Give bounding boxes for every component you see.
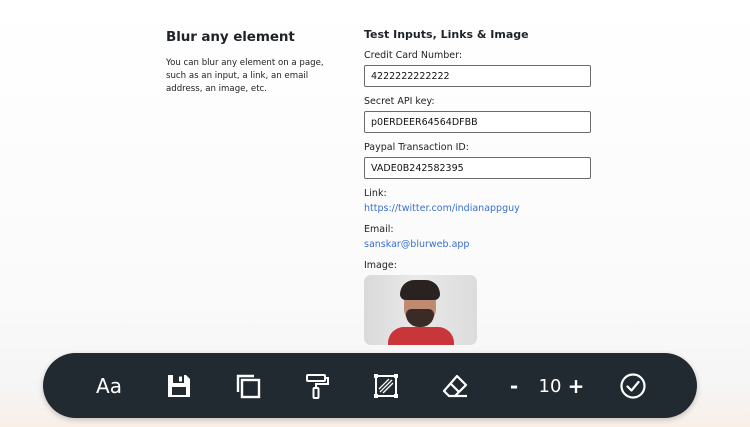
text-icon: Aa <box>96 374 122 398</box>
intro-title: Blur any element <box>166 29 295 45</box>
save-icon <box>168 375 190 397</box>
image-label: Image: <box>364 260 397 271</box>
link-label: Link: <box>364 188 387 199</box>
copy-button[interactable] <box>230 368 266 404</box>
select-area-button[interactable] <box>368 368 404 404</box>
check-circle-icon <box>620 373 646 399</box>
credit-card-field[interactable] <box>364 65 591 87</box>
photo-shirt <box>388 327 454 345</box>
api-key-field[interactable] <box>364 111 591 133</box>
paypal-id-label: Paypal Transaction ID: <box>364 142 469 153</box>
api-key-label: Secret API key: <box>364 96 435 107</box>
test-section-title: Test Inputs, Links & Image <box>364 28 529 41</box>
blur-value: 10 <box>538 375 562 397</box>
eraser-icon <box>442 374 468 398</box>
done-button[interactable] <box>615 368 651 404</box>
eraser-button[interactable] <box>437 368 473 404</box>
email-label: Email: <box>364 224 394 235</box>
select-area-icon <box>374 374 398 398</box>
paypal-id-field[interactable] <box>364 157 591 179</box>
intro-description: You can blur any element on a page, such… <box>166 58 324 94</box>
save-button[interactable] <box>161 368 197 404</box>
photo-beard <box>406 309 434 327</box>
increase-blur-button[interactable]: + <box>564 369 588 403</box>
intro-section: Blur any element You can blur any elemen… <box>166 29 336 96</box>
twitter-link[interactable]: https://twitter.com/indianappguy <box>364 203 594 214</box>
paint-roller-button[interactable] <box>299 368 335 404</box>
blur-toolbar: Aa - 10 + <box>43 353 697 418</box>
text-tool-button[interactable]: Aa <box>91 368 127 404</box>
test-section: Test Inputs, Links & Image Credit Card N… <box>364 28 594 345</box>
photo-hair <box>400 280 440 300</box>
profile-photo <box>364 275 477 345</box>
email-link[interactable]: sanskar@blurweb.app <box>364 239 594 250</box>
decrease-blur-button[interactable]: - <box>502 369 526 403</box>
credit-card-label: Credit Card Number: <box>364 50 463 61</box>
paint-roller-icon <box>306 374 329 399</box>
copy-icon <box>236 374 261 399</box>
